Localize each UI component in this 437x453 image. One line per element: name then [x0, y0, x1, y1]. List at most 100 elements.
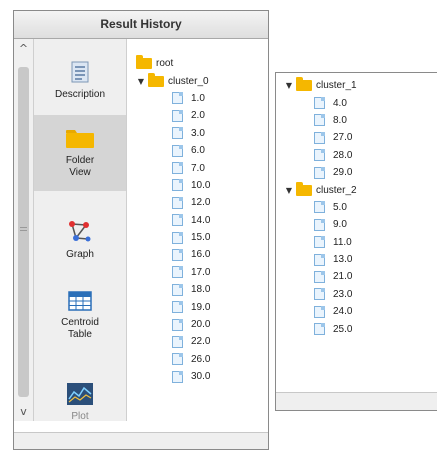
- tree-row-cluster-1[interactable]: ▼ cluster_1: [284, 77, 434, 94]
- file-icon: [172, 231, 183, 244]
- tree-file-item[interactable]: 26.0: [136, 351, 264, 368]
- file-icon: [314, 218, 325, 231]
- tree-file-label: 10.0: [191, 179, 211, 191]
- chevron-down-icon[interactable]: ▼: [136, 77, 146, 86]
- result-tree-continued: ▼ cluster_1 4.0 8.0 27.0 28.0 29.0 ▼ cluster…: [284, 77, 434, 338]
- folder-icon: [296, 77, 312, 92]
- tree-file-item[interactable]: 12.0: [136, 194, 264, 211]
- tree-file-label: 24.0: [333, 306, 353, 318]
- tree-file-item[interactable]: 23.0: [284, 286, 434, 303]
- tree-file-item[interactable]: 27.0: [284, 129, 434, 146]
- scroll-up-icon[interactable]: ^: [14, 42, 33, 56]
- tree-label-cluster-1: cluster_1: [316, 80, 357, 92]
- tree-file-label: 18.0: [191, 284, 211, 296]
- file-icon: [172, 283, 183, 296]
- folder-view-continuation-panel: ▼ cluster_1 4.0 8.0 27.0 28.0 29.0 ▼ cluster…: [275, 72, 437, 411]
- file-icon: [172, 301, 183, 314]
- file-icon: [172, 214, 183, 227]
- tree-file-item[interactable]: 4.0: [284, 94, 434, 111]
- tree-file-item[interactable]: 17.0: [136, 264, 264, 281]
- tree-file-item[interactable]: 16.0: [136, 246, 264, 263]
- tree-file-item[interactable]: 25.0: [284, 320, 434, 337]
- tree-file-label: 5.0: [333, 201, 347, 213]
- file-icon: [172, 266, 183, 279]
- result-tree: root ▼ cluster_0 1.0 2.0 3.0 6.0 7.0 10.0 12.0…: [136, 55, 264, 385]
- scroll-down-icon[interactable]: v: [14, 405, 33, 419]
- tree-file-item[interactable]: 15.0: [136, 229, 264, 246]
- tree-file-item[interactable]: 7.0: [136, 159, 264, 176]
- tree-file-item[interactable]: 13.0: [284, 251, 434, 268]
- bottom-bar: [14, 432, 268, 449]
- nav-label-centroid-table: Centroid Table: [61, 317, 99, 340]
- tree-file-item[interactable]: 24.0: [284, 303, 434, 320]
- tree-file-label: 13.0: [333, 254, 353, 266]
- file-icon: [172, 92, 183, 105]
- tree-row-cluster-2[interactable]: ▼ cluster_2: [284, 181, 434, 198]
- tree-file-label: 27.0: [333, 132, 353, 144]
- tree-file-item[interactable]: 3.0: [136, 125, 264, 142]
- tree-file-item[interactable]: 22.0: [136, 333, 264, 350]
- tree-file-item[interactable]: 8.0: [284, 112, 434, 129]
- tree-file-item[interactable]: 21.0: [284, 268, 434, 285]
- tree-file-item[interactable]: 19.0: [136, 298, 264, 315]
- file-icon: [172, 196, 183, 209]
- tree-file-item[interactable]: 18.0: [136, 281, 264, 298]
- file-icon: [314, 131, 325, 144]
- file-icon: [314, 166, 325, 179]
- nav-item-graph[interactable]: Graph: [34, 191, 126, 267]
- tree-file-label: 25.0: [333, 323, 353, 335]
- tree-file-label: 21.0: [333, 271, 353, 283]
- tree-file-label: 11.0: [333, 236, 352, 248]
- file-icon: [172, 109, 183, 122]
- view-sidebar: Description Folder View Graph Centroid T…: [34, 39, 127, 422]
- tree-file-label: 12.0: [191, 197, 211, 209]
- tree-file-item[interactable]: 6.0: [136, 142, 264, 159]
- nav-label-description: Description: [54, 89, 106, 100]
- tree-file-label: 23.0: [333, 288, 353, 300]
- nav-label-graph: Graph: [66, 249, 94, 260]
- tree-file-item[interactable]: 2.0: [136, 107, 264, 124]
- file-icon: [314, 201, 325, 214]
- tree-file-label: 7.0: [191, 162, 205, 174]
- sidebar-scrollbar[interactable]: ^ v: [14, 39, 34, 421]
- file-icon: [172, 318, 183, 331]
- nav-item-plot[interactable]: Plot: [34, 343, 126, 422]
- tree-file-item[interactable]: 11.0: [284, 234, 434, 251]
- tree-file-item[interactable]: 28.0: [284, 147, 434, 164]
- graph-icon: [69, 221, 91, 242]
- nav-item-centroid-table[interactable]: Centroid Table: [34, 267, 126, 343]
- result-history-panel: Result History ^ v Description Folder Vi…: [13, 10, 269, 450]
- nav-item-description[interactable]: Description: [34, 39, 126, 115]
- scroll-grip: [20, 227, 27, 231]
- tree-file-label: 26.0: [191, 353, 211, 365]
- tree-file-label: 17.0: [191, 266, 211, 278]
- folder-icon: [148, 72, 164, 87]
- tree-file-label: 2.0: [191, 110, 205, 122]
- file-icon: [172, 179, 183, 192]
- tree-file-label: 14.0: [191, 214, 211, 226]
- folder-icon: [136, 55, 152, 70]
- tree-row-root[interactable]: root: [136, 55, 264, 72]
- tree-file-item[interactable]: 5.0: [284, 199, 434, 216]
- panel-title: Result History: [14, 11, 268, 39]
- file-icon: [314, 97, 325, 110]
- tree-file-item[interactable]: 10.0: [136, 177, 264, 194]
- chevron-down-icon[interactable]: ▼: [284, 81, 294, 90]
- file-icon: [314, 305, 325, 318]
- tree-file-item[interactable]: 14.0: [136, 212, 264, 229]
- tree-file-item[interactable]: 30.0: [136, 368, 264, 385]
- scroll-thumb[interactable]: [18, 67, 29, 397]
- chevron-down-icon[interactable]: ▼: [284, 186, 294, 195]
- tree-file-item[interactable]: 1.0: [136, 90, 264, 107]
- tree-row-cluster-0[interactable]: ▼ cluster_0: [136, 72, 264, 89]
- nav-item-folder-view[interactable]: Folder View: [34, 115, 126, 191]
- tree-file-item[interactable]: 29.0: [284, 164, 434, 181]
- file-icon: [314, 114, 325, 127]
- file-icon: [314, 253, 325, 266]
- file-icon: [172, 335, 183, 348]
- tree-label-cluster-0: cluster_0: [168, 75, 209, 87]
- file-icon: [172, 248, 183, 261]
- tree-file-item[interactable]: 9.0: [284, 216, 434, 233]
- tree-file-item[interactable]: 20.0: [136, 316, 264, 333]
- file-icon: [314, 270, 325, 283]
